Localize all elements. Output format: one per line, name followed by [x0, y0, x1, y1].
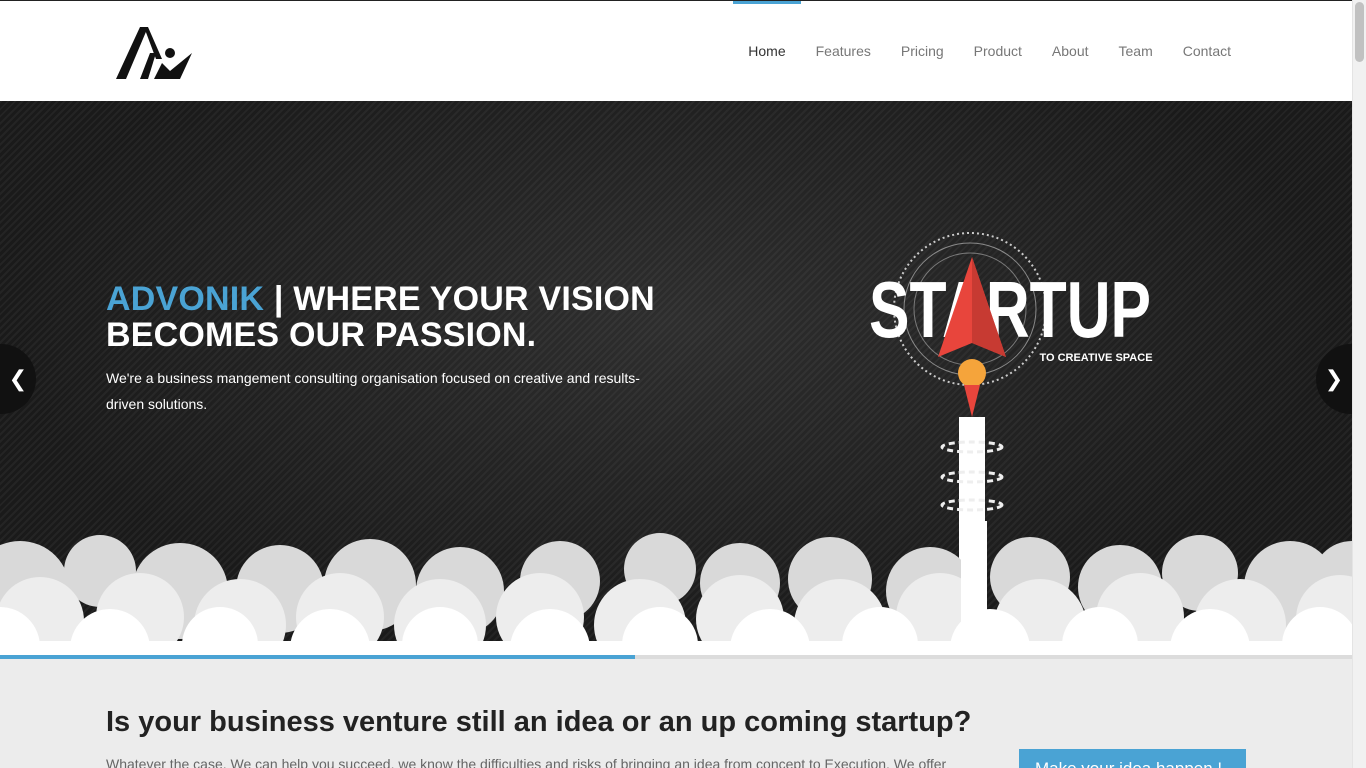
advonik-logo-icon[interactable] — [114, 23, 194, 81]
startup-tagline: TO CREATIVE SPACE — [1039, 352, 1152, 364]
hero-brand-word: ADVONIK — [106, 280, 265, 318]
chevron-right-icon: ❯ — [1324, 366, 1344, 391]
page-scrollbar[interactable] — [1352, 0, 1366, 768]
hero-title: ADVONIK | WHERE YOUR VISION BECOMES OUR … — [106, 281, 706, 353]
nav-team[interactable]: Team — [1104, 1, 1168, 101]
slider-progress-bar — [0, 655, 1352, 659]
nav-contact[interactable]: Contact — [1168, 1, 1246, 101]
scrollbar-thumb[interactable] — [1355, 2, 1364, 62]
slider-prev-button[interactable]: ❮ — [0, 344, 36, 414]
startup-word: STARTUP — [869, 265, 1151, 354]
nav-about[interactable]: About — [1037, 1, 1104, 101]
slider-next-button[interactable]: ❯ — [1316, 344, 1352, 414]
hero-subtitle: We're a business mangement consulting or… — [106, 370, 640, 412]
nav-pricing[interactable]: Pricing — [886, 1, 959, 101]
make-idea-happen-button[interactable]: Make your idea happen ! — [1019, 749, 1246, 768]
clouds-graphic — [0, 521, 1352, 655]
nav-product[interactable]: Product — [959, 1, 1037, 101]
slider-progress-fill — [0, 655, 636, 659]
chevron-left-icon: ❮ — [8, 366, 28, 391]
intro-heading: Is your business venture still an idea o… — [106, 706, 972, 738]
page: Home Features Pricing Product About Team… — [0, 0, 1352, 768]
nav-features[interactable]: Features — [801, 1, 886, 101]
intro-text: Whatever the case, We can help you succe… — [106, 756, 946, 768]
main-nav: Home Features Pricing Product About Team… — [733, 1, 1246, 101]
site-header: Home Features Pricing Product About Team… — [0, 1, 1352, 101]
nav-home[interactable]: Home — [733, 1, 801, 101]
hero-slider: ADVONIK | WHERE YOUR VISION BECOMES OUR … — [0, 101, 1352, 655]
